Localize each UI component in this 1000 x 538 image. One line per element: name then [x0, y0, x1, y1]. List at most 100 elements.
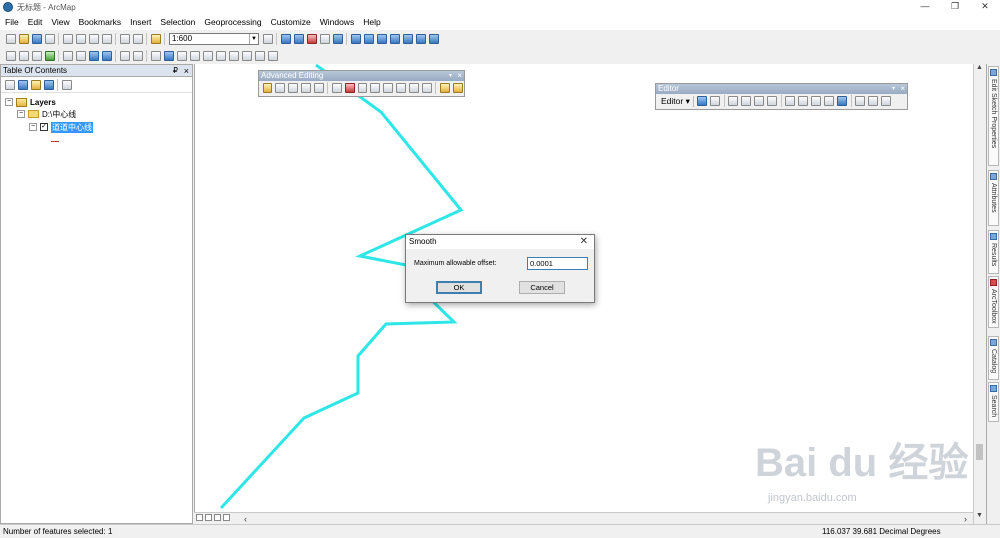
toolbar-blue-icon-5[interactable] — [402, 33, 413, 44]
explode-icon[interactable] — [331, 83, 342, 93]
zoom-in-icon[interactable] — [5, 50, 16, 61]
menu-insert[interactable]: Insert — [125, 14, 155, 30]
scroll-left-icon[interactable]: ‹ — [244, 514, 247, 524]
layer-visibility-checkbox[interactable]: ✓ — [40, 123, 48, 131]
expand-collapse-icon[interactable]: − — [17, 110, 25, 118]
construct-features-icon[interactable] — [396, 83, 407, 93]
arctoolbox-icon[interactable] — [306, 33, 317, 44]
find-icon[interactable] — [215, 50, 226, 61]
menu-file[interactable]: File — [0, 14, 23, 30]
cancel-button[interactable]: Cancel — [519, 281, 565, 294]
scroll-right-icon[interactable]: › — [964, 514, 967, 524]
close-icon[interactable]: ✕ — [580, 235, 588, 249]
undo-icon[interactable] — [119, 33, 130, 44]
point-icon[interactable] — [767, 96, 778, 106]
dock-tab-search[interactable]: Search — [988, 382, 999, 422]
extend-icon[interactable] — [288, 83, 299, 93]
list-by-drawing-order-icon[interactable] — [4, 79, 15, 90]
create-features-icon[interactable] — [881, 96, 892, 106]
catalog-window-icon[interactable] — [293, 33, 304, 44]
copy-icon[interactable] — [75, 33, 86, 44]
expand-collapse-icon[interactable]: − — [5, 98, 13, 106]
ok-button[interactable]: OK — [436, 281, 482, 294]
toolbar-blue-icon-2[interactable] — [363, 33, 374, 44]
print-icon[interactable] — [44, 33, 55, 44]
vertical-scrollbar[interactable]: ▲ ▼ — [973, 64, 985, 524]
menu-geoprocessing[interactable]: Geoprocessing — [199, 14, 265, 30]
find-route-icon[interactable] — [228, 50, 239, 61]
cut-icon[interactable] — [62, 33, 73, 44]
menu-edit[interactable]: Edit — [23, 14, 47, 30]
pan-icon[interactable] — [31, 50, 42, 61]
max-offset-input[interactable] — [527, 257, 588, 270]
editor-toolbar-toggle-icon[interactable] — [262, 33, 273, 44]
clear-selection-icon[interactable] — [132, 50, 143, 61]
open-folder-icon[interactable] — [18, 33, 29, 44]
zoom-out-icon[interactable] — [18, 50, 29, 61]
layer-name-label[interactable]: 道道中心线 — [51, 121, 93, 133]
list-by-selection-icon[interactable] — [43, 79, 54, 90]
edit-annotation-icon[interactable] — [710, 96, 721, 106]
add-data-icon[interactable] — [150, 33, 161, 44]
select-elements-icon[interactable] — [150, 50, 161, 61]
paste-icon[interactable] — [88, 33, 99, 44]
trim-icon[interactable] — [301, 83, 311, 93]
measure-icon[interactable] — [202, 50, 213, 61]
go-to-xy-icon[interactable] — [241, 50, 252, 61]
delete-icon[interactable] — [101, 33, 112, 44]
advanced-editing-titlebar[interactable]: Advanced Editing ▾ × — [259, 71, 464, 81]
end-point-arc-icon[interactable] — [741, 96, 752, 106]
scroll-up-icon[interactable]: ▲ — [976, 64, 983, 71]
toolbar-blue-icon-3[interactable] — [376, 33, 387, 44]
cut-polygons-icon[interactable] — [811, 96, 822, 106]
line-intersection-icon[interactable] — [314, 83, 324, 93]
chevron-down-icon[interactable]: ▾ — [449, 71, 452, 81]
sketch-properties-icon[interactable] — [868, 96, 879, 106]
toolbar-blue-icon-7[interactable] — [428, 33, 439, 44]
circle-tool-icon[interactable] — [439, 83, 450, 93]
editor-titlebar[interactable]: Editor ▾ × — [656, 84, 907, 94]
pin-icon[interactable]: ₽ — [173, 65, 178, 77]
reshape-icon[interactable] — [798, 96, 809, 106]
pause-drawing-icon[interactable] — [223, 514, 230, 521]
dock-tab-catalog[interactable]: Catalog — [988, 336, 999, 380]
list-by-source-icon[interactable] — [17, 79, 28, 90]
modelbuilder-icon[interactable] — [332, 33, 343, 44]
fixed-zoom-in-icon[interactable] — [62, 50, 73, 61]
table-of-contents-window-icon[interactable] — [280, 33, 291, 44]
toolbar-blue-icon-1[interactable] — [350, 33, 361, 44]
toc-close-button[interactable]: × — [184, 65, 189, 77]
menu-view[interactable]: View — [46, 14, 73, 30]
grid-icon[interactable] — [421, 83, 432, 93]
create-viewer-icon[interactable] — [267, 50, 278, 61]
dock-tab-edit-sketch-properties[interactable]: Edit Sketch Properties — [988, 66, 999, 166]
expand-collapse-icon[interactable]: − — [29, 123, 37, 131]
generalize-icon[interactable] — [344, 83, 355, 93]
go-back-icon[interactable] — [88, 50, 99, 61]
smooth-dialog-titlebar[interactable]: Smooth ✕ — [406, 235, 594, 249]
html-popup-icon[interactable] — [189, 50, 200, 61]
close-window-button[interactable]: ✕ — [970, 0, 1000, 14]
map-scale-combobox[interactable]: 1:600 ▼ — [169, 32, 259, 45]
full-extent-icon[interactable] — [44, 50, 55, 61]
rotate-icon[interactable] — [837, 96, 848, 106]
split-icon[interactable] — [824, 96, 835, 106]
attributes-icon[interactable] — [855, 96, 866, 106]
dock-tab-arctoolbox[interactable]: ArcToolbox — [988, 276, 999, 328]
chevron-down-icon[interactable]: ▾ — [892, 84, 895, 94]
copy-features-icon[interactable] — [262, 83, 273, 93]
new-document-icon[interactable] — [5, 33, 16, 44]
smooth-icon[interactable] — [357, 83, 368, 93]
edit-tool-icon[interactable] — [697, 96, 708, 106]
fixed-zoom-out-icon[interactable] — [75, 50, 86, 61]
python-window-icon[interactable] — [319, 33, 330, 44]
fillet-icon[interactable] — [275, 83, 286, 93]
minimize-button[interactable]: — — [910, 0, 940, 14]
select-features-icon[interactable] — [119, 50, 130, 61]
straight-segment-icon[interactable] — [728, 96, 739, 106]
redo-icon[interactable] — [132, 33, 143, 44]
align-to-shape-icon[interactable] — [370, 83, 381, 93]
toc-options-icon[interactable] — [61, 79, 72, 90]
replace-geometry-icon[interactable] — [383, 83, 394, 93]
dock-tab-attributes[interactable]: Attributes — [988, 170, 999, 226]
